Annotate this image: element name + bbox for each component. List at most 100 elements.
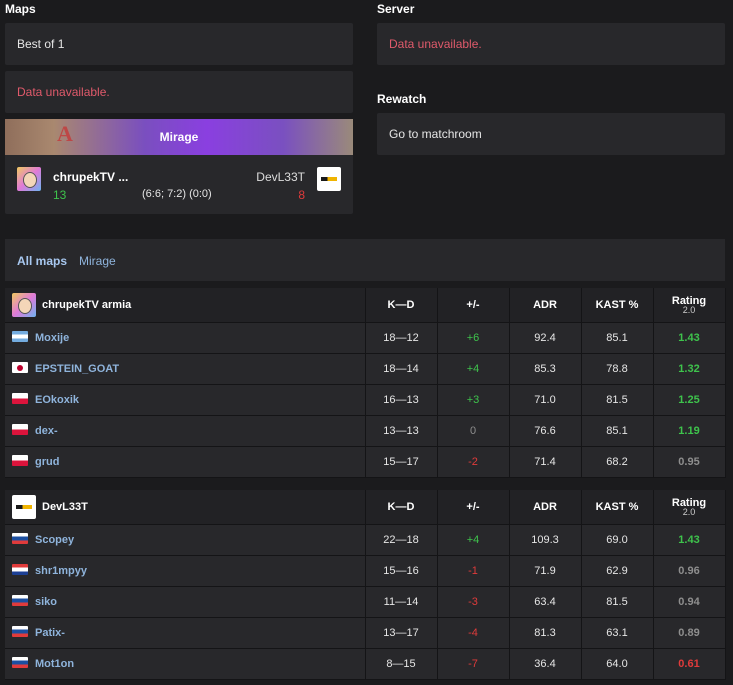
plus-minus-header: +/- — [437, 490, 510, 525]
player-row: Mot1on 8—15 -7 36.4 64.0 0.61 — [5, 648, 726, 680]
rewatch-section-title: Rewatch — [377, 92, 427, 106]
map-name: Mirage — [159, 130, 199, 144]
rating-value: 1.32 — [653, 353, 726, 385]
kd-value: 16—13 — [365, 384, 438, 416]
rating-header: Rating 2.0 — [653, 288, 726, 323]
team-header[interactable]: chrupekTV armia — [12, 292, 365, 317]
adr-value: 92.4 — [509, 322, 582, 354]
player-row: EOkoxik 16—13 +3 71.0 81.5 1.25 — [5, 384, 726, 416]
player-row: siko 11—14 -3 63.4 81.5 0.94 — [5, 586, 726, 618]
team1-name[interactable]: chrupekTV ... — [53, 170, 128, 184]
team1-score: 13 — [53, 188, 67, 202]
player-cell: shr1mpyy — [5, 555, 366, 587]
kd-value: 22—18 — [365, 524, 438, 556]
player-name[interactable]: Moxije — [35, 332, 69, 344]
plus-minus-value: 0 — [437, 415, 510, 447]
tab-mirage[interactable]: Mirage — [79, 254, 116, 268]
kast-value: 68.2 — [581, 446, 654, 478]
rating-value: 0.95 — [653, 446, 726, 478]
kast-value: 81.5 — [581, 384, 654, 416]
kd-value: 13—17 — [365, 617, 438, 649]
player-cell: dex- — [5, 415, 366, 447]
adr-value: 36.4 — [509, 648, 582, 680]
player-name[interactable]: shr1mpyy — [35, 565, 87, 577]
plus-minus-value: -2 — [437, 446, 510, 478]
plus-minus-value: +3 — [437, 384, 510, 416]
flag-si-icon — [12, 657, 28, 668]
flag-pl-icon — [12, 393, 28, 404]
team-name[interactable]: DevL33T — [42, 501, 88, 513]
stats-header-row: chrupekTV armia K—D +/- ADR KAST % Rating 2.0 — [5, 288, 726, 323]
plus-minus-header: +/- — [437, 288, 510, 323]
server-section-title: Server — [377, 2, 415, 16]
veto-status: Data unavailable. — [17, 85, 110, 99]
map-result-card[interactable]: chrupekTV ... 13 (6:6; 7:2) (0:0) DevL33… — [5, 155, 353, 214]
rating-value: 1.25 — [653, 384, 726, 416]
team-name[interactable]: chrupekTV armia — [42, 299, 131, 311]
matchroom-link-box[interactable]: Go to matchroom — [377, 113, 725, 155]
adr-value: 76.6 — [509, 415, 582, 447]
adr-value: 71.0 — [509, 384, 582, 416]
adr-value: 71.9 — [509, 555, 582, 587]
team2-name[interactable]: DevL33T — [256, 170, 305, 184]
rating-value: 0.89 — [653, 617, 726, 649]
adr-header: ADR — [509, 288, 582, 323]
player-name[interactable]: EPSTEIN_GOAT — [35, 363, 119, 375]
kd-header: K—D — [365, 490, 438, 525]
player-cell: EOkoxik — [5, 384, 366, 416]
flag-ar-icon — [12, 331, 28, 342]
kd-value: 18—14 — [365, 353, 438, 385]
kast-value: 62.9 — [581, 555, 654, 587]
map-banner[interactable]: A Mirage — [5, 119, 353, 155]
player-cell: grud — [5, 446, 366, 478]
player-row: Scopey 22—18 +4 109.3 69.0 1.43 — [5, 524, 726, 556]
plus-minus-value: +6 — [437, 322, 510, 354]
rating-value: 1.19 — [653, 415, 726, 447]
player-name[interactable]: Mot1on — [35, 658, 74, 670]
server-box: Data unavailable. — [377, 23, 725, 65]
kast-header: KAST % — [581, 288, 654, 323]
player-name[interactable]: EOkoxik — [35, 394, 79, 406]
kast-value: 78.8 — [581, 353, 654, 385]
flag-pl-icon — [12, 455, 28, 466]
devl33t-logo-icon — [12, 494, 36, 519]
kd-value: 15—17 — [365, 446, 438, 478]
rating-value: 1.43 — [653, 322, 726, 354]
kast-value: 63.1 — [581, 617, 654, 649]
adr-value: 81.3 — [509, 617, 582, 649]
adr-value: 85.3 — [509, 353, 582, 385]
player-cell: Scopey — [5, 524, 366, 556]
plus-minus-value: -3 — [437, 586, 510, 618]
player-row: grud 15—17 -2 71.4 68.2 0.95 — [5, 446, 726, 478]
adr-value: 63.4 — [509, 586, 582, 618]
kast-value: 64.0 — [581, 648, 654, 680]
team-header[interactable]: DevL33T — [12, 494, 365, 519]
matchroom-link[interactable]: Go to matchroom — [389, 127, 482, 141]
rating-version: 2.0 — [682, 506, 696, 517]
player-name[interactable]: Scopey — [35, 534, 74, 546]
format-box: Best of 1 — [5, 23, 353, 65]
plus-minus-value: +4 — [437, 353, 510, 385]
kast-value: 81.5 — [581, 586, 654, 618]
player-name[interactable]: grud — [35, 456, 59, 468]
player-name[interactable]: dex- — [35, 425, 58, 437]
halves-score: (6:6; 7:2) (0:0) — [142, 188, 212, 200]
player-name[interactable]: Patix- — [35, 627, 65, 639]
plus-minus-value: -4 — [437, 617, 510, 649]
player-row: EPSTEIN_GOAT 18—14 +4 85.3 78.8 1.32 — [5, 353, 726, 385]
kd-value: 13—13 — [365, 415, 438, 447]
player-cell: Moxije — [5, 322, 366, 354]
player-row: shr1mpyy 15—16 -1 71.9 62.9 0.96 — [5, 555, 726, 587]
rating-value: 0.61 — [653, 648, 726, 680]
player-cell: siko — [5, 586, 366, 618]
flag-hr-icon — [12, 564, 28, 575]
kast-value: 85.1 — [581, 322, 654, 354]
kd-value: 15—16 — [365, 555, 438, 587]
tab-all-maps[interactable]: All maps — [17, 254, 67, 268]
flag-pl-icon — [12, 424, 28, 435]
map-tabs: All maps Mirage — [5, 239, 725, 281]
adr-value: 71.4 — [509, 446, 582, 478]
player-cell: Patix- — [5, 617, 366, 649]
flag-si-icon — [12, 626, 28, 637]
player-name[interactable]: siko — [35, 596, 57, 608]
